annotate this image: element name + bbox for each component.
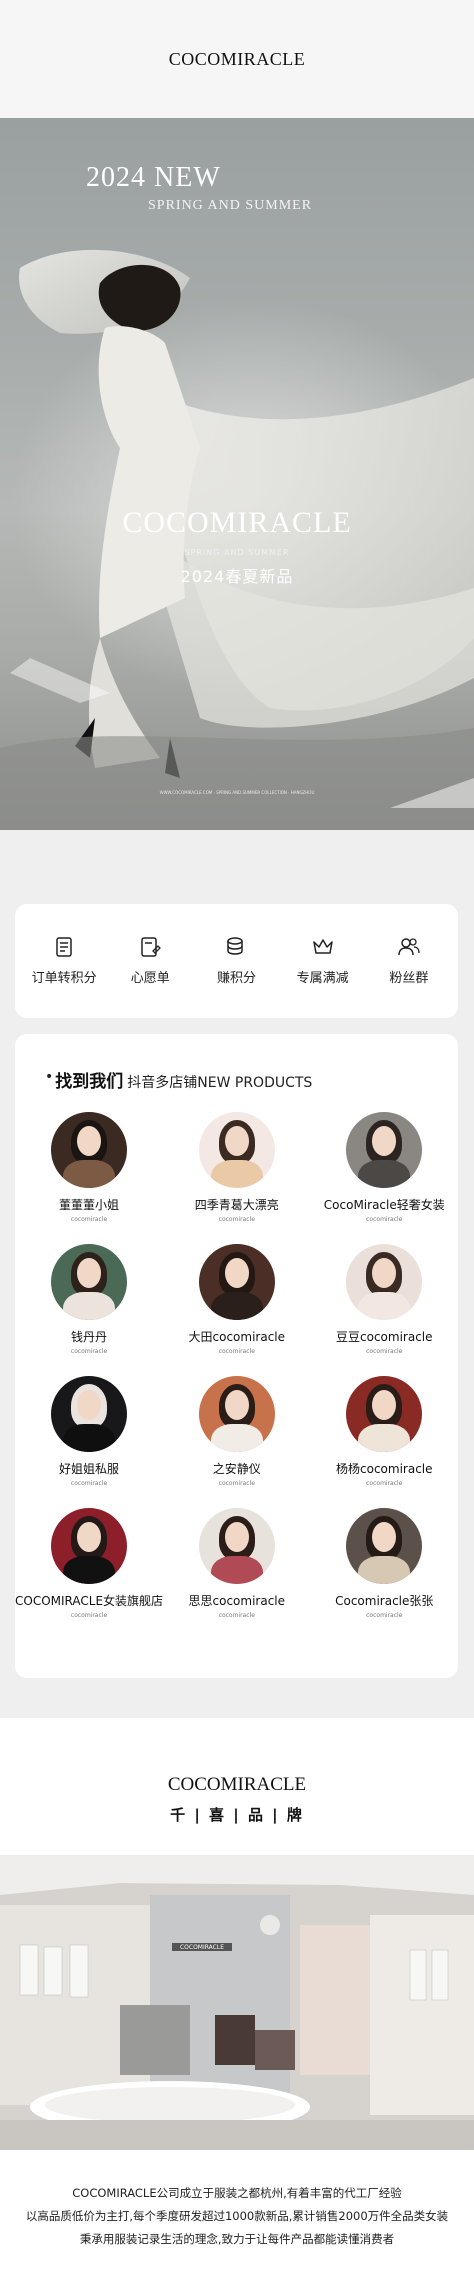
store-avatar bbox=[346, 1508, 423, 1584]
menu-label: 赚积分 bbox=[216, 971, 256, 986]
crown-icon bbox=[312, 939, 333, 954]
store-item[interactable]: COCOMIRACLE女装旗舰店 cocomiracle bbox=[15, 1508, 163, 1619]
store-name: 钱丹丹 bbox=[71, 1330, 108, 1344]
hero-subtitle: SPRING AND SUMMER bbox=[184, 548, 290, 557]
store-item[interactable]: 钱丹丹 cocomiracle bbox=[15, 1244, 163, 1355]
store-name: 好姐姐私服 bbox=[59, 1462, 120, 1476]
hero-banner[interactable]: 2024 NEW SPRING AND SUMMER COCOMIRACLE S… bbox=[0, 118, 474, 830]
store-tag: cocomiracle bbox=[218, 1612, 255, 1619]
store-tag: cocomiracle bbox=[218, 1216, 255, 1223]
store-item[interactable]: 董董董小姐 cocomiracle bbox=[15, 1112, 163, 1223]
about-line: 秉承用服装记录生活的理念,致力于让每件产品都能读懂消费者 bbox=[79, 2232, 395, 2246]
store-avatar bbox=[346, 1244, 423, 1320]
store-name: 杨杨cocomiracle bbox=[336, 1462, 433, 1476]
hero-title-cn: 2024春夏新品 bbox=[180, 567, 294, 586]
menu-earn-points[interactable]: 赚积分 bbox=[196, 936, 276, 986]
store-avatar bbox=[198, 1508, 275, 1584]
header: COCOMIRACLE bbox=[0, 0, 474, 118]
store-name: 豆豆cocomiracle bbox=[336, 1330, 433, 1344]
store-avatar bbox=[51, 1508, 128, 1584]
store-name: 四季青葛大漂亮 bbox=[194, 1198, 279, 1212]
menu-fan-group[interactable]: 粉丝群 bbox=[369, 936, 449, 986]
store-tag: cocomiracle bbox=[70, 1480, 108, 1487]
menu-label: 粉丝群 bbox=[389, 971, 429, 986]
store-avatar bbox=[51, 1112, 128, 1188]
hero-season: SPRING AND SUMMER bbox=[148, 198, 313, 213]
store-tag: cocomiracle bbox=[218, 1348, 255, 1355]
store-item[interactable]: 好姐姐私服 cocomiracle bbox=[15, 1376, 163, 1487]
store-name: 之安静仪 bbox=[212, 1462, 261, 1476]
menu-label: 心愿单 bbox=[130, 971, 170, 986]
hero-photo bbox=[0, 249, 474, 830]
store-name: 董董董小姐 bbox=[59, 1198, 120, 1212]
store-tag: cocomiracle bbox=[366, 1348, 403, 1355]
store-tag: cocomiracle bbox=[218, 1480, 255, 1487]
store-name: 大田cocomiracle bbox=[188, 1330, 286, 1344]
store-grid: 董董董小姐 cocomiracle 四季青葛大漂亮 cocomiracle CocoMi… bbox=[15, 1112, 458, 1619]
store-tag: cocomiracle bbox=[70, 1348, 108, 1355]
group-icon bbox=[398, 938, 420, 956]
store-avatar bbox=[198, 1376, 275, 1452]
store-item[interactable]: 四季青葛大漂亮 cocomiracle bbox=[163, 1112, 310, 1223]
store-name: Cocomiracle张张 bbox=[335, 1594, 434, 1608]
store-name: COCOMIRACLE女装旗舰店 bbox=[15, 1594, 164, 1608]
store-avatar bbox=[346, 1376, 423, 1452]
store-tag: cocomiracle bbox=[366, 1480, 403, 1487]
menu-exclusive-discount[interactable]: 专属满减 bbox=[283, 936, 363, 986]
menu-label: 专属满减 bbox=[296, 971, 349, 986]
hero-logo: COCOMIRACLE bbox=[122, 506, 352, 539]
showroom-sign: COCOMIRACLE bbox=[180, 1944, 224, 1951]
store-avatar bbox=[51, 1244, 128, 1320]
hero-fine-print: WWW.COCOMIRACLE.COM · SPRING AND SUMMER … bbox=[159, 790, 315, 795]
store-name: CocoMiracle轻奢女装 bbox=[323, 1198, 445, 1212]
showroom-photo: COCOMIRACLE bbox=[0, 1855, 474, 2150]
hero-year: 2024 NEW bbox=[86, 162, 221, 193]
store-item[interactable]: CocoMiracle轻奢女装 cocomiracle bbox=[311, 1112, 458, 1223]
wishlist-icon bbox=[141, 937, 162, 957]
store-tag: cocomiracle bbox=[366, 1612, 403, 1619]
store-tag: cocomiracle bbox=[70, 1612, 108, 1619]
store-item[interactable]: 豆豆cocomiracle cocomiracle bbox=[311, 1244, 458, 1355]
title-dot-icon: • bbox=[45, 1069, 54, 1085]
store-item[interactable]: 思思cocomiracle cocomiracle bbox=[163, 1508, 310, 1619]
showroom-illustration: COCOMIRACLE bbox=[0, 1855, 474, 2150]
store-name: 思思cocomiracle bbox=[188, 1594, 286, 1608]
store-tag: cocomiracle bbox=[366, 1216, 403, 1223]
store-avatar bbox=[198, 1244, 275, 1320]
store-avatar bbox=[198, 1112, 275, 1188]
member-menu: 订单转积分 心愿单 赚积分 专属满减 粉丝群 bbox=[15, 904, 458, 1018]
store-item[interactable]: Cocomiracle张张 cocomiracle bbox=[311, 1508, 458, 1619]
store-item[interactable]: 大田cocomiracle cocomiracle bbox=[163, 1244, 310, 1355]
title-main: 找到我们 bbox=[55, 1072, 124, 1092]
points-icon bbox=[227, 937, 244, 955]
about-line: 以高品质低价为主打,每个季度研发超过1000款新品,累计销售2000万件全品类女… bbox=[25, 2209, 449, 2223]
store-avatar bbox=[51, 1376, 128, 1452]
store-avatar bbox=[346, 1112, 423, 1188]
store-tag: cocomiracle bbox=[70, 1216, 108, 1223]
store-item[interactable]: 杨杨cocomiracle cocomiracle bbox=[311, 1376, 458, 1487]
about-line: COCOMIRACLE公司成立于服装之都杭州,有着丰富的代工厂经验 bbox=[72, 2186, 402, 2200]
about-text: COCOMIRACLE公司成立于服装之都杭州,有着丰富的代工厂经验 以高品质低价… bbox=[0, 2182, 474, 2251]
store-item[interactable]: 之安静仪 cocomiracle bbox=[163, 1376, 310, 1487]
section-title: • 找到我们 抖音多店铺NEW PRODUCTS bbox=[45, 1067, 312, 1092]
brand-section-tagline: 千 | 喜 | 品 | 牌 bbox=[170, 1806, 304, 1824]
brand-logo: COCOMIRACLE bbox=[168, 48, 306, 69]
store-list-card: • 找到我们 抖音多店铺NEW PRODUCTS 董董董小姐 cocomiracl… bbox=[15, 1034, 458, 1678]
brand-section-logo: COCOMIRACLE bbox=[167, 1774, 307, 1795]
title-sub: 抖音多店铺NEW PRODUCTS bbox=[127, 1075, 313, 1091]
order-icon bbox=[56, 937, 72, 957]
menu-wishlist[interactable]: 心愿单 bbox=[110, 936, 190, 986]
menu-label: 订单转积分 bbox=[31, 971, 97, 986]
menu-order-points[interactable]: 订单转积分 bbox=[24, 936, 104, 986]
